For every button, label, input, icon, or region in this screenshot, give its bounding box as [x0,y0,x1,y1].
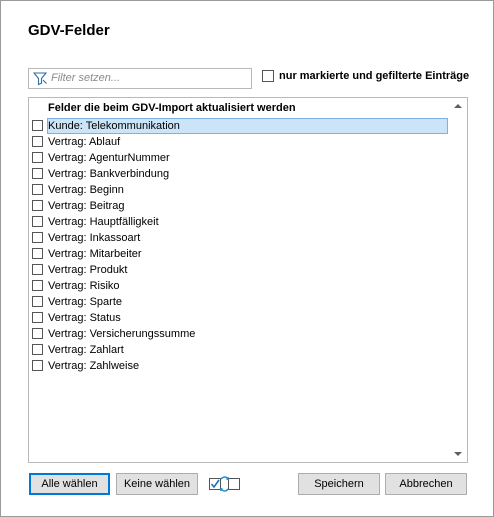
list-item-checkbox[interactable] [32,344,43,355]
list-item-label: Kunde: Telekommunikation [47,118,448,134]
list-item-label: Vertrag: Inkassoart [48,232,141,244]
list-item-checkbox[interactable] [32,248,43,259]
list-item-checkbox[interactable] [32,216,43,227]
list-item[interactable]: Vertrag: Zahlart [29,342,449,358]
scroll-up-icon[interactable] [454,104,462,108]
toggle-selection-icon[interactable] [208,475,242,493]
select-none-button[interactable]: Keine wählen [116,473,198,495]
list-item[interactable]: Vertrag: Zahlweise [29,358,449,374]
list-item-checkbox[interactable] [32,136,43,147]
list-item-label: Vertrag: Versicherungssumme [48,328,196,340]
scroll-down-icon[interactable] [454,452,462,456]
list-item-checkbox[interactable] [32,312,43,323]
list-item[interactable]: Vertrag: Status [29,310,449,326]
only-marked-label: nur markierte und gefilterte Einträge [279,70,470,82]
list-item-label: Vertrag: Mitarbeiter [48,248,142,260]
list-item-checkbox[interactable] [32,280,43,291]
list-item-label: Vertrag: Zahlweise [48,360,140,372]
list-item-label: Vertrag: Zahlart [48,344,124,356]
list-item[interactable]: Vertrag: Versicherungssumme [29,326,449,342]
filter-input[interactable] [51,70,246,85]
list-item[interactable]: Vertrag: Sparte [29,294,449,310]
list-item-label: Vertrag: Beginn [48,184,124,196]
list-item[interactable]: Vertrag: Mitarbeiter [29,246,449,262]
list-item[interactable]: Vertrag: Produkt [29,262,449,278]
select-all-button[interactable]: Alle wählen [29,473,110,495]
vertical-scrollbar[interactable] [450,98,467,462]
list-item[interactable]: Vertrag: AgenturNummer [29,150,449,166]
list-item-label: Vertrag: Produkt [48,264,128,276]
only-marked-checkbox[interactable]: nur markierte und gefilterte Einträge [262,70,470,83]
list-item-label: Vertrag: Beitrag [48,200,125,212]
dialog-title: GDV-Felder [28,22,110,39]
only-marked-checkbox-box[interactable] [262,70,274,83]
list-item-checkbox[interactable] [32,120,43,131]
list-item[interactable]: Vertrag: Beitrag [29,198,449,214]
list-rows: Kunde: Telekommunikation Vertrag: Ablauf V… [29,118,449,374]
list-item-label: Vertrag: Sparte [48,296,122,308]
list-item[interactable]: Kunde: Telekommunikation [29,118,449,134]
list-header: Felder die beim GDV-Import aktualisiert … [48,102,296,114]
list-item-checkbox[interactable] [32,328,43,339]
list-item-checkbox[interactable] [32,232,43,243]
list-item[interactable]: Vertrag: Hauptfälligkeit [29,214,449,230]
list-item-label: Vertrag: AgenturNummer [48,152,170,164]
list-item-checkbox[interactable] [32,152,43,163]
list-item[interactable]: Vertrag: Beginn [29,182,449,198]
list-item[interactable]: Vertrag: Bankverbindung [29,166,449,182]
list-item[interactable]: Vertrag: Risiko [29,278,449,294]
list-item-label: Vertrag: Hauptfälligkeit [48,216,159,228]
list-item[interactable]: Vertrag: Inkassoart [29,230,449,246]
filter-field[interactable] [28,68,252,89]
list-item-checkbox[interactable] [32,360,43,371]
list-item-label: Vertrag: Bankverbindung [48,168,170,180]
cancel-button[interactable]: Abbrechen [385,473,467,495]
list-item-label: Vertrag: Status [48,312,121,324]
list-item-checkbox[interactable] [32,184,43,195]
list-item-label: Vertrag: Risiko [48,280,120,292]
list-item-checkbox[interactable] [32,264,43,275]
list-item-checkbox[interactable] [32,200,43,211]
save-button[interactable]: Speichern [298,473,380,495]
list-item-checkbox[interactable] [32,168,43,179]
list-item-label: Vertrag: Ablauf [48,136,121,148]
list-item-checkbox[interactable] [32,296,43,307]
list-item[interactable]: Vertrag: Ablauf [29,134,449,150]
filter-funnel-icon [33,72,48,86]
dialog-window: GDV-Felder nur markierte und gefilterte … [0,0,494,517]
fields-list[interactable]: Felder die beim GDV-Import aktualisiert … [28,97,468,463]
